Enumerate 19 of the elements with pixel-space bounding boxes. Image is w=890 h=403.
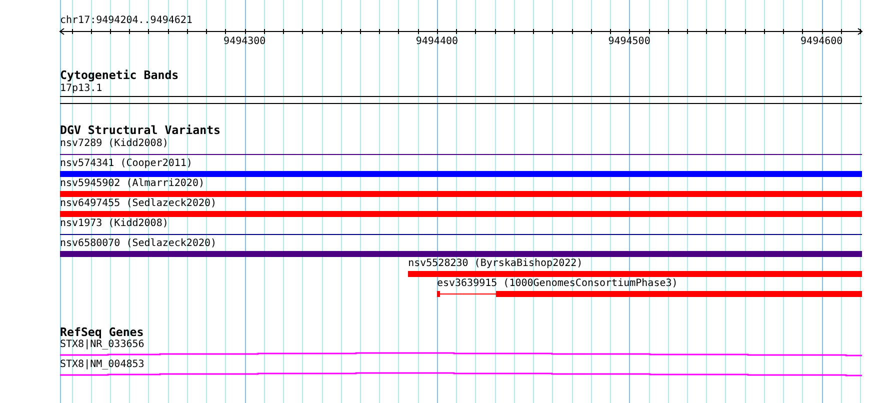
track-title: Cytogenetic Bands [60, 68, 180, 82]
tick-label: 9494300 [224, 36, 266, 48]
tick-label: 9494500 [608, 36, 650, 48]
feature-label: nsv5528230 (ByrskaBishop2022) [408, 257, 584, 270]
tick-label: 9494600 [800, 36, 843, 48]
feature-label: nsv6497455 (Sedlazeck2020) [60, 197, 218, 210]
track-title: RefSeq Genes [60, 325, 145, 339]
position-label: chr17:9494204..9494621 [60, 15, 194, 27]
feature-label: nsv1973 (Kidd2008) [60, 217, 170, 230]
track-title: DGV Structural Variants [60, 123, 222, 137]
feature-label: esv3639915 (1000GenomesConsortiumPhase3) [436, 277, 679, 290]
feature-label: nsv7289 (Kidd2008) [60, 137, 170, 150]
feature-label: nsv574341 (Cooper2011) [60, 157, 194, 170]
feature-label: STX8|NM_004853 [60, 359, 146, 370]
feature-label: nsv6580070 (Sedlazeck2020) [60, 237, 218, 250]
feature-label: nsv5945902 (Almarri2020) [60, 177, 206, 190]
tick-label: 9494400 [416, 36, 458, 48]
feature-label: 17p13.1 [60, 82, 104, 95]
feature-label: STX8|NR_033656 [60, 339, 146, 350]
